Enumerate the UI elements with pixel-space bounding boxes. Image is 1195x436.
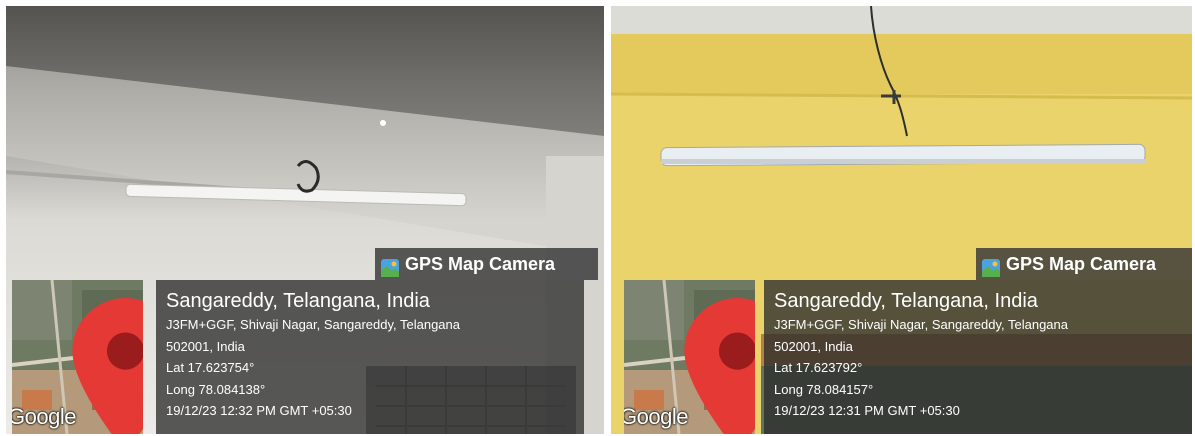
brand-label: GPS Map Camera: [1006, 254, 1157, 274]
longitude: Long 78.084157°: [774, 381, 874, 397]
photo-left: GPS Map Camera Google Sangareddy, Telang…: [6, 6, 604, 434]
photo-right: GPS Map Camera Google Sangareddy, Telang…: [611, 6, 1192, 434]
latitude: Lat 17.623792°: [774, 360, 863, 375]
gps-map-camera-icon: [982, 255, 1000, 277]
google-attribution: Google: [624, 404, 688, 429]
gps-map-camera-icon: [381, 255, 399, 277]
datetime: 19/12/23 12:31 PM GMT +05:30: [774, 403, 960, 418]
location-title: Sangareddy, Telangana, India: [774, 290, 1038, 312]
location-info-panel: Sangareddy, Telangana, India J3FM+GGF, S…: [156, 280, 584, 434]
address-line-2: 502001, India: [166, 338, 245, 354]
address-line-1: J3FM+GGF, Shivaji Nagar, Sangareddy, Tel…: [774, 317, 1068, 332]
datetime: 19/12/23 12:32 PM GMT +05:30: [166, 403, 352, 418]
longitude: Long 78.084138°: [166, 381, 266, 397]
address-line-1: J3FM+GGF, Shivaji Nagar, Sangareddy, Tel…: [166, 317, 460, 332]
latitude: Lat 17.623754°: [166, 360, 255, 375]
location-title: Sangareddy, Telangana, India: [166, 290, 430, 312]
google-attribution: Google: [12, 404, 76, 429]
gps-map-camera-badge: GPS Map Camera: [976, 248, 1192, 280]
location-info-panel: Sangareddy, Telangana, India J3FM+GGF, S…: [764, 280, 1192, 434]
gps-map-camera-badge: GPS Map Camera: [375, 248, 598, 280]
map-thumbnail: Google: [12, 280, 143, 434]
brand-label: GPS Map Camera: [405, 254, 556, 274]
address-line-2: 502001, India: [774, 338, 853, 354]
map-thumbnail: Google: [624, 280, 755, 434]
